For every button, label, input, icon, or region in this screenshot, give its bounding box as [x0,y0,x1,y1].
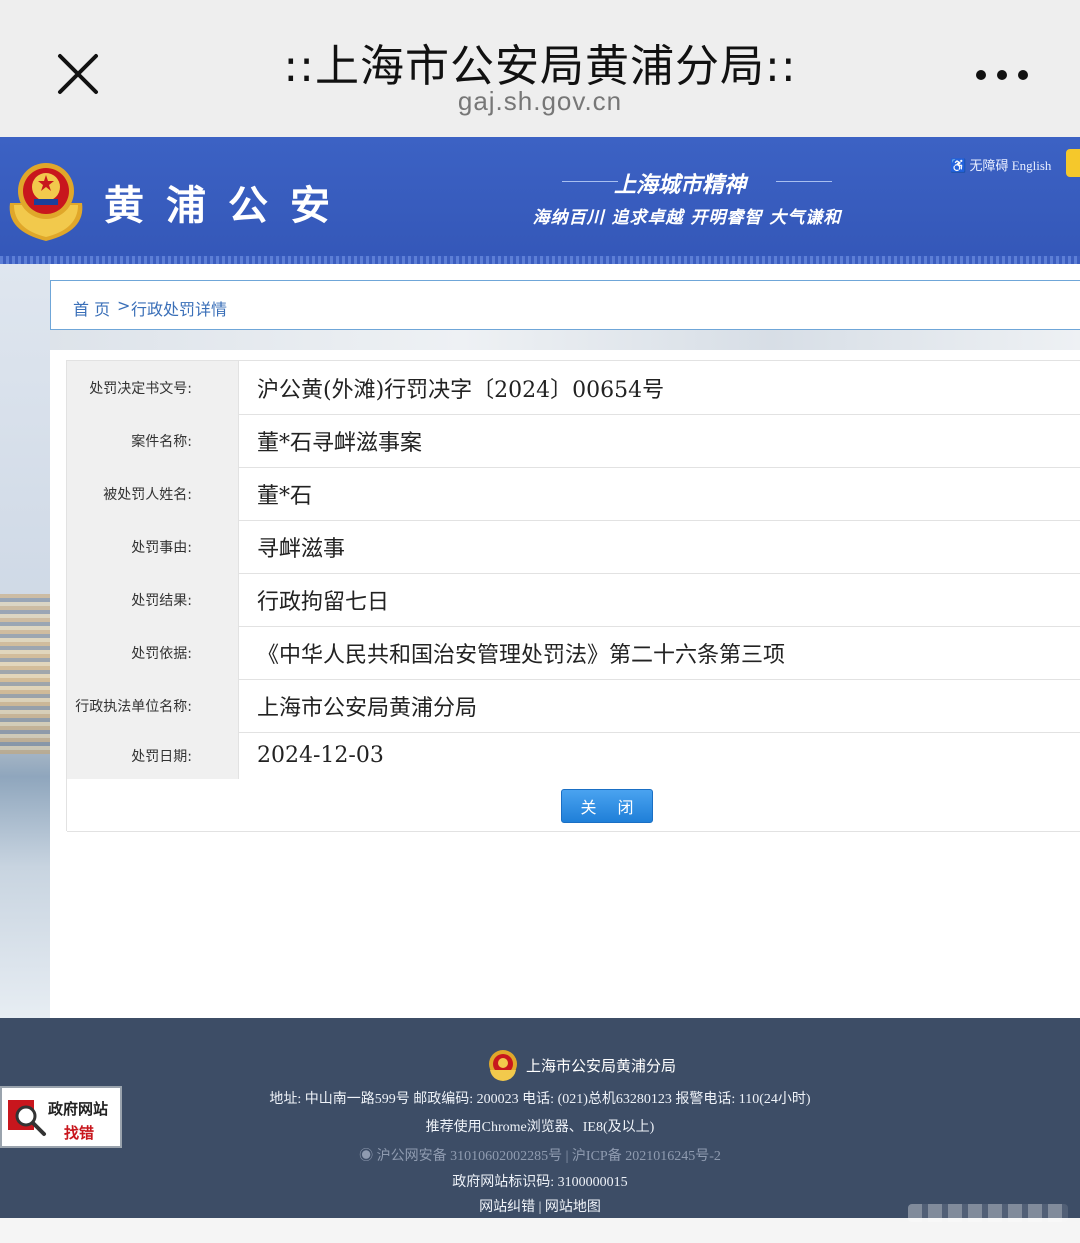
row-value: 2024-12-03 [257,743,384,768]
city-spirit-slogan: 海纳百川 追求卓越 开明睿智 大气谦和 [532,208,842,228]
row-label: 处罚决定书文号: [67,361,239,414]
site-map-link[interactable]: 网站地图 [545,1200,601,1215]
row-label: 处罚事由: [67,520,239,573]
table-row: 处罚事由: 寻衅滋事 [67,520,1080,574]
table-row: 被处罚人姓名: 董*石 [67,467,1080,521]
side-tab[interactable] [1066,149,1080,177]
footer-link-separator: | [538,1200,542,1215]
site-footer: 上海市公安局黄浦分局 地址: 中山南一路599号 邮政编码: 200023 电话… [0,1018,1080,1218]
police-emblem-icon [9,163,83,241]
footer-records: ◉ 沪公网安备 31010602002285号 | 沪ICP备 20210162… [0,1145,1080,1165]
page-url: gaj.sh.gov.cn [457,86,623,116]
accessibility-link[interactable]: ♿ 无障碍 English [950,155,1051,174]
site-header: 黄浦公安 上海城市精神 海纳百川 追求卓越 开明睿智 大气谦和 ♿ 无障碍 En… [0,137,1080,264]
breadcrumb: 首 页 > 行政处罚详情 [50,280,1080,330]
table-row: 处罚结果: 行政拘留七日 [67,573,1080,627]
table-row: 处罚决定书文号: 沪公黄(外滩)行罚决字〔2024〕00654号 [67,361,1080,415]
footer-org-name: 上海市公安局黄浦分局 [526,1056,677,1075]
police-emblem-icon [489,1050,517,1081]
gov-badge-sub: 找错 [64,1124,95,1142]
divider [776,181,832,182]
table-row: 案件名称: 董*石寻衅滋事案 [67,414,1080,468]
row-label: 处罚依据: [67,626,239,679]
city-spirit-title: 上海城市精神 [613,172,746,198]
footer-org: 上海市公安局黄浦分局 [486,1048,676,1082]
penalty-detail-table: 处罚决定书文号: 沪公黄(外滩)行罚决字〔2024〕00654号 案件名称: 董… [66,360,1080,832]
footer-police-record[interactable]: 沪公网安备 31010602002285号 [377,1149,563,1164]
accessibility-label: 无障碍 English [969,158,1052,173]
footer-address: 地址: 中山南一路599号 邮政编码: 200023 电话: (021)总机63… [269,1092,811,1107]
row-value: 寻衅滋事 [257,536,346,562]
footer-browser-tip: 推荐使用Chrome浏览器、IE8(及以上) [425,1120,655,1135]
breadcrumb-home[interactable]: 首 页 [73,296,110,320]
site-name: 黄浦公安 [104,182,352,229]
accessibility-icon: ♿ [950,158,967,173]
close-row: 关 闭 [67,779,1080,832]
watermark [908,1204,1068,1222]
gov-badge-title: 政府网站 [48,1100,109,1118]
background-strip [50,330,1080,350]
row-value: 董*石 [257,483,313,509]
close-button[interactable]: 关 闭 [561,789,653,823]
row-label: 被处罚人姓名: [67,467,239,520]
row-value: 《中华人民共和国治安管理处罚法》第二十六条第三项 [257,642,786,668]
page-body: 首 页 > 行政处罚详情 处罚决定书文号: 沪公黄(外滩)行罚决字〔2024〕0… [0,264,1080,1018]
page-title: ::上海市公安局黄浦分局:: [283,41,797,92]
row-value: 行政拘留七日 [257,589,390,615]
row-label: 案件名称: [67,414,239,467]
row-value: 董*石寻衅滋事案 [257,430,423,456]
more-icon[interactable] [974,60,1030,90]
browser-top-bar: ::上海市公安局黄浦分局:: gaj.sh.gov.cn [0,0,1080,137]
footer-icp-record[interactable]: 沪ICP备 2021016245号-2 [572,1149,721,1164]
background-scenery [0,264,50,1018]
breadcrumb-current[interactable]: 行政处罚详情 [131,296,227,320]
police-record-icon: ◉ [359,1149,374,1164]
table-row: 处罚依据: 《中华人民共和国治安管理处罚法》第二十六条第三项 [67,626,1080,680]
row-value: 沪公黄(外滩)行罚决字〔2024〕00654号 [257,377,665,403]
breadcrumb-separator: > [117,296,131,315]
row-value: 上海市公安局黄浦分局 [257,695,478,721]
row-label: 处罚日期: [67,732,239,779]
gov-site-error-badge[interactable]: 政府网站 找错 [0,1086,122,1148]
row-label: 处罚结果: [67,573,239,626]
table-row: 行政执法单位名称: 上海市公安局黄浦分局 [67,679,1080,733]
footer-site-code: 政府网站标识码: 3100000015 [452,1175,628,1190]
magnifier-icon [8,1100,46,1136]
site-error-link[interactable]: 网站纠错 [479,1200,535,1215]
table-row: 处罚日期: 2024-12-03 [67,732,1080,780]
row-label: 行政执法单位名称: [67,679,239,732]
